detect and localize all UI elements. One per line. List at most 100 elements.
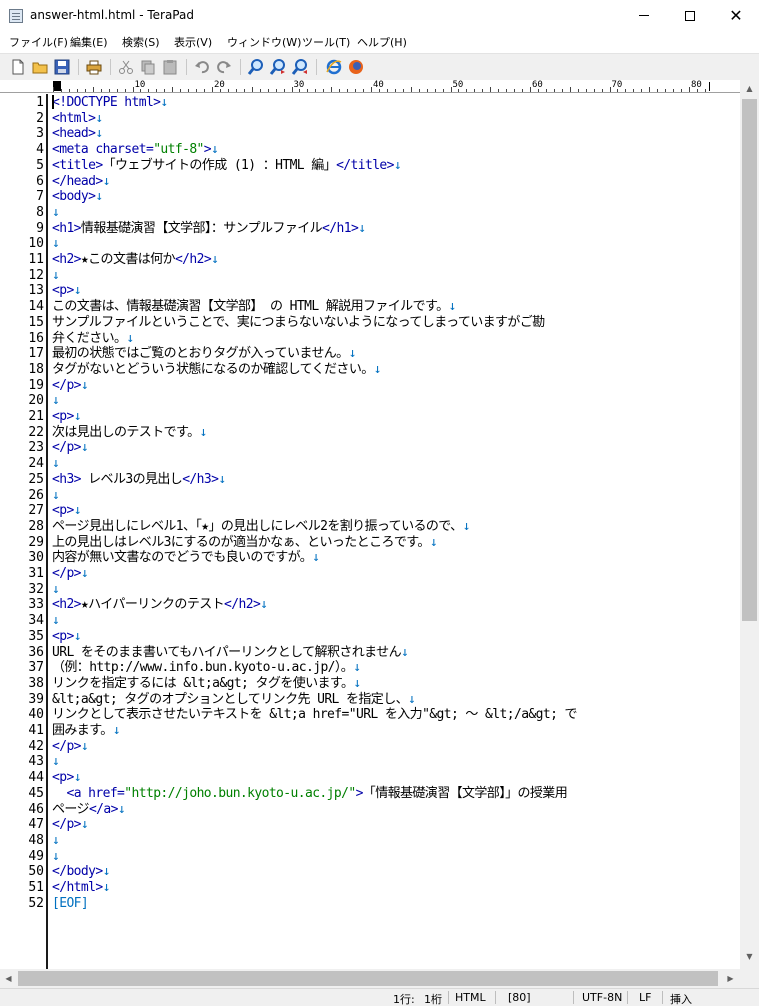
find-prev-button[interactable] [291,58,309,76]
status-encoding[interactable]: UTF-8N [582,991,622,1004]
line-text[interactable]: ページ</a>↓ [52,802,126,818]
editor-line[interactable]: 47 </p>↓ [0,817,740,833]
editor-line[interactable]: 6 </head>↓ [0,174,740,190]
find-next-button[interactable] [269,58,287,76]
line-text[interactable]: <!DOCTYPE html>↓ [52,95,168,111]
line-text[interactable]: </p>↓ [52,440,89,456]
scroll-right-arrow-icon[interactable]: ▶ [722,969,739,988]
editor-line[interactable]: 3 <head>↓ [0,126,740,142]
editor-line[interactable]: 38 リンクを指定するには &lt;a&gt; タグを使います。↓ [0,676,740,692]
line-text[interactable]: <h1>情報基礎演習【文学部】：サンプルファイル</h1>↓ [52,221,366,237]
line-text[interactable]: 最初の状態ではご覧のとおりタグが入っていません。↓ [52,346,356,362]
line-text[interactable]: </p>↓ [52,739,89,755]
line-text[interactable]: </html>↓ [52,880,110,896]
editor-line[interactable]: 44 <p>↓ [0,770,740,786]
editor-line[interactable]: 27 <p>↓ [0,503,740,519]
find-button[interactable] [247,58,265,76]
line-text[interactable]: ↓ [52,268,60,284]
editor-line[interactable]: 16 弁ください。↓ [0,331,740,347]
editor-line[interactable]: 10 ↓ [0,236,740,252]
vertical-scrollbar[interactable]: ▲ ▼ [740,80,759,988]
menu-search[interactable]: 検索(S) [122,34,160,50]
horizontal-scrollbar[interactable]: ◀ ▶ [0,969,740,988]
line-text[interactable]: 囲みます。↓ [52,723,121,739]
save-button[interactable] [53,58,71,76]
redo-button[interactable] [215,58,233,76]
editor-line[interactable]: 39 &lt;a&gt; タグのオプションとしてリンク先 URL を指定し、↓ [0,692,740,708]
line-text[interactable]: ↓ [52,754,60,770]
line-text[interactable]: URL をそのまま書いてもハイパーリンクとして解釈されません↓ [52,645,409,661]
editor-line[interactable]: 34 ↓ [0,613,740,629]
line-text[interactable]: <p>↓ [52,283,82,299]
line-text[interactable]: ↓ [52,833,60,849]
line-text[interactable]: <meta charset="utf-8">↓ [52,142,219,158]
editor-line[interactable]: 28 ページ見出しにレベル1、「★」の見出しにレベル2を割り振っているので、↓ [0,519,740,535]
editor-line[interactable]: 30 内容が無い文書なのでどうでも良いのですが。↓ [0,550,740,566]
line-text[interactable]: <h2>★この文書は何か</h2>↓ [52,252,219,268]
status-wrap[interactable]: [80] [508,991,531,1004]
line-text[interactable]: 次は見出しのテストです。↓ [52,425,207,441]
print-button[interactable] [85,58,103,76]
line-text[interactable]: </p>↓ [52,566,89,582]
editor-line[interactable]: 1 <!DOCTYPE html>↓ [0,95,740,111]
line-text[interactable]: </head>↓ [52,174,110,190]
editor-line[interactable]: 33 <h2>★ハイパーリンクのテスト</h2>↓ [0,597,740,613]
editor-line[interactable]: 29 上の見出しはレベル3にするのが適当かなぁ、といったところです。↓ [0,535,740,551]
open-in-ie-button[interactable] [325,58,343,76]
editor-line[interactable]: 48 ↓ [0,833,740,849]
line-text[interactable]: ↓ [52,488,60,504]
editor-line[interactable]: 32 ↓ [0,582,740,598]
editor-line[interactable]: 25 <h3> レベル3の見出し</h3>↓ [0,472,740,488]
line-text[interactable]: ↓ [52,236,60,252]
line-text[interactable]: <h2>★ハイパーリンクのテスト</h2>↓ [52,597,268,613]
editor-line[interactable]: 45 <a href="http://joho.bun.kyoto-u.ac.j… [0,786,740,802]
editor-line[interactable]: 42 </p>↓ [0,739,740,755]
maximize-button[interactable] [667,0,713,31]
line-text[interactable]: 上の見出しはレベル3にするのが適当かなぁ、といったところです。↓ [52,535,438,551]
editor-line[interactable]: 37 （例：http://www.info.bun.kyoto-u.ac.jp/）… [0,660,740,676]
line-text[interactable]: ↓ [52,456,60,472]
menu-help[interactable]: ヘルプ(H) [357,34,407,50]
line-text[interactable]: ↓ [52,582,60,598]
editor-line[interactable]: 51 </html>↓ [0,880,740,896]
editor-line[interactable]: 15 サンプルファイルということで、実につまらないないようになってしまっていますが… [0,315,740,331]
editor-line[interactable]: 5 <title>「ウェブサイトの作成 (1) ：HTML 編」</title>↓ [0,158,740,174]
editor-line[interactable]: 11 <h2>★この文書は何か</h2>↓ [0,252,740,268]
editor-line[interactable]: 23 </p>↓ [0,440,740,456]
paste-button[interactable] [161,58,179,76]
line-text[interactable]: &lt;a&gt; タグのオプションとしてリンク先 URL を指定し、↓ [52,692,416,708]
editor-line[interactable]: 4 <meta charset="utf-8">↓ [0,142,740,158]
line-text[interactable]: <p>↓ [52,409,82,425]
menu-window[interactable]: ウィンドウ(W) [227,34,301,50]
line-text[interactable]: ↓ [52,205,60,221]
line-text[interactable]: サンプルファイルということで、実につまらないないようになってしまっていますがご勘 [52,315,545,331]
menu-view[interactable]: 表示(V) [174,34,212,50]
editor-line[interactable]: 19 </p>↓ [0,378,740,394]
vertical-scroll-thumb[interactable] [742,99,757,621]
terapad-app-icon[interactable] [9,9,23,23]
editor-line[interactable]: 41 囲みます。↓ [0,723,740,739]
editor-line[interactable]: 13 <p>↓ [0,283,740,299]
line-text[interactable]: <h3> レベル3の見出し</h3>↓ [52,472,226,488]
status-linebreak[interactable]: LF [639,991,651,1004]
line-text[interactable]: ↓ [52,393,60,409]
editor-line[interactable]: 21 <p>↓ [0,409,740,425]
editor-line[interactable]: 12 ↓ [0,268,740,284]
editor-line[interactable]: 8 ↓ [0,205,740,221]
line-text[interactable]: [EOF] [52,896,89,912]
line-text[interactable]: ↓ [52,849,60,865]
line-text[interactable]: （例：http://www.info.bun.kyoto-u.ac.jp/）。↓ [52,660,361,676]
editor-line[interactable]: 40 リンクとして表示させたいテキストを &lt;a href="URL を入力"… [0,707,740,723]
line-text[interactable]: この文書は、情報基礎演習【文学部】 の HTML 解説用ファイルです。↓ [52,299,456,315]
editor-line[interactable]: 50 </body>↓ [0,864,740,880]
scroll-up-arrow-icon[interactable]: ▲ [740,80,759,97]
line-text[interactable]: </p>↓ [52,378,89,394]
horizontal-scroll-thumb[interactable] [18,971,718,986]
editor-line[interactable]: 20 ↓ [0,393,740,409]
text-editor[interactable]: 1 <!DOCTYPE html>↓ 2 <html>↓ 3 <head>↓ 4 <meta … [0,94,740,988]
line-text[interactable]: <p>↓ [52,629,82,645]
open-in-firefox-button[interactable] [347,58,365,76]
minimize-button[interactable] [621,0,667,31]
editor-line[interactable]: 36 URL をそのまま書いてもハイパーリンクとして解釈されません↓ [0,645,740,661]
line-text[interactable]: <head>↓ [52,126,103,142]
